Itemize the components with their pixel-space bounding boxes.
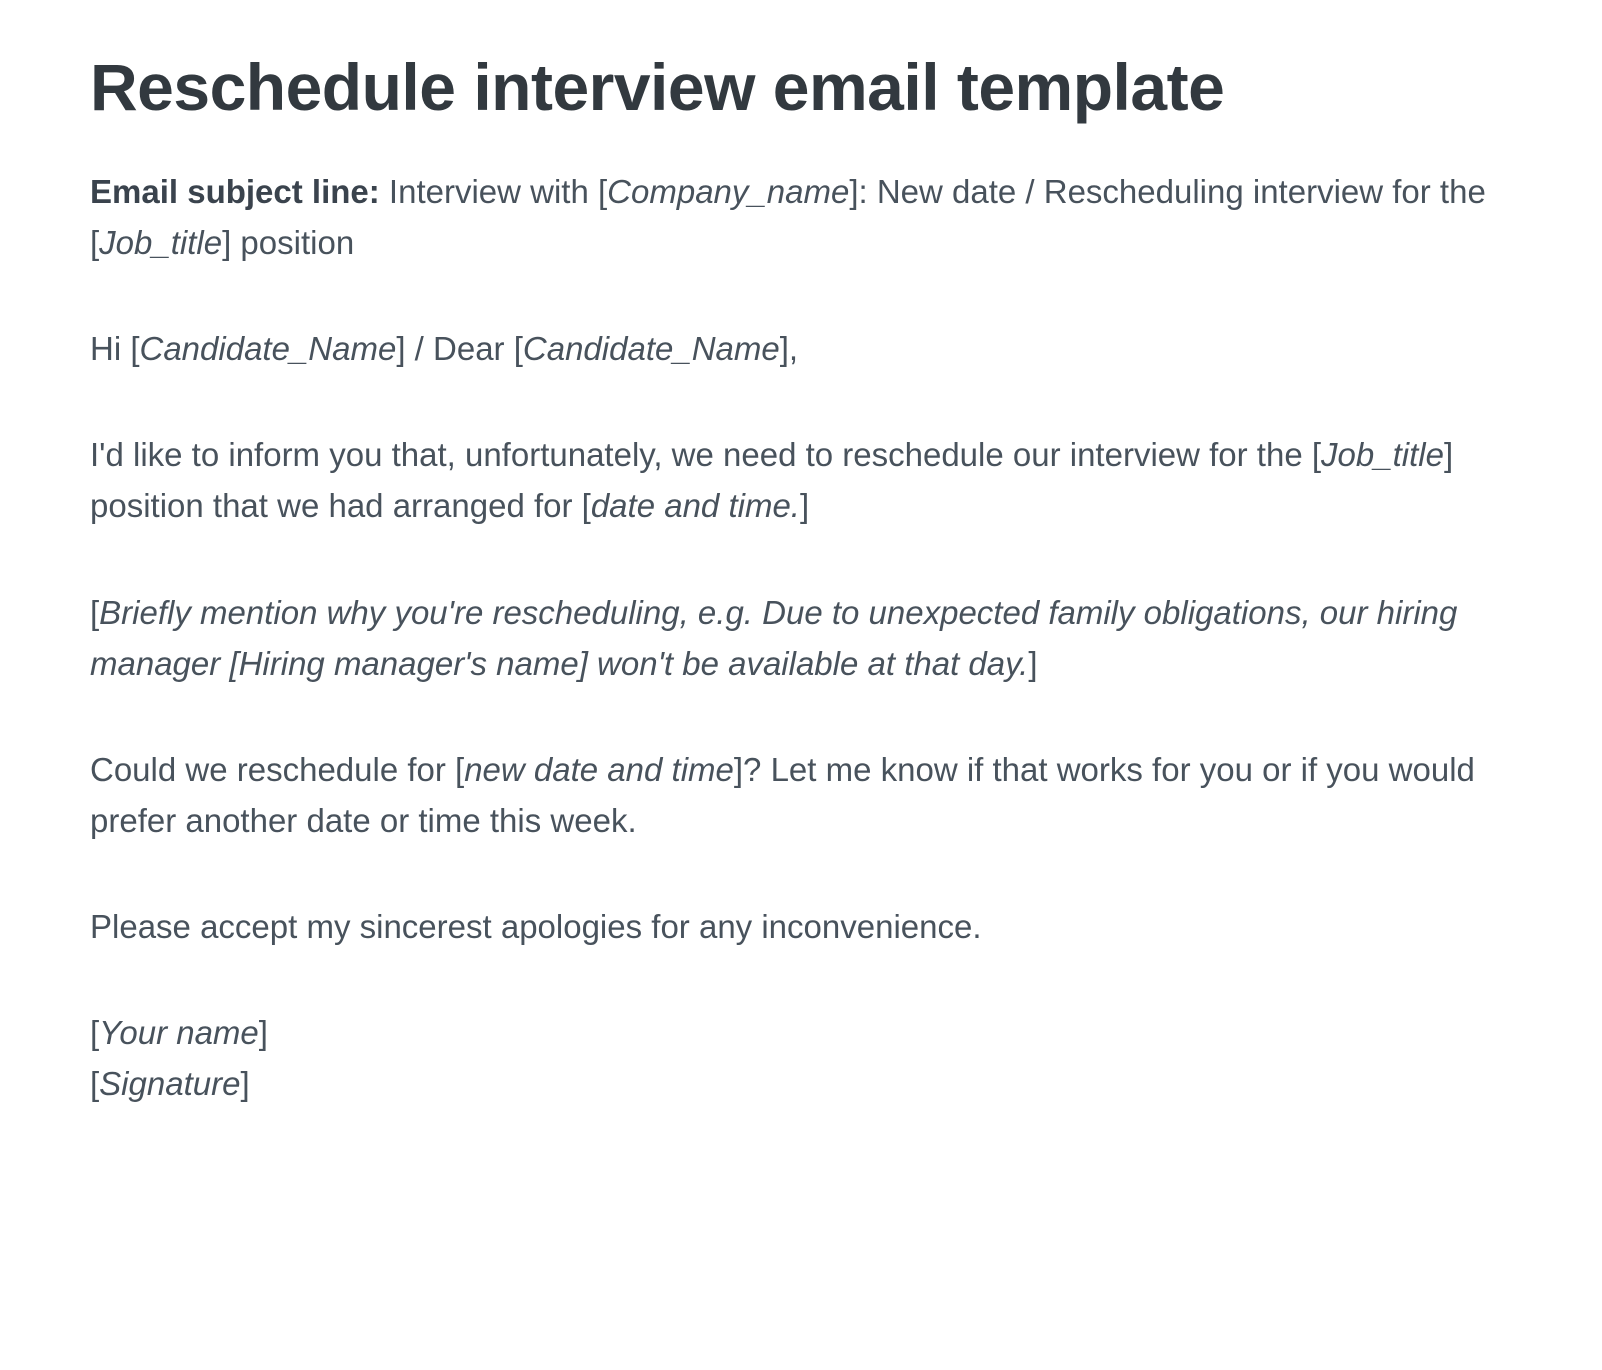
text: [ <box>90 594 99 631</box>
placeholder-candidate-name: Candidate_Name <box>523 330 780 367</box>
text: [ <box>90 1014 99 1051</box>
text: ] <box>1028 645 1037 682</box>
body-paragraph-2: [Briefly mention why you're rescheduling… <box>90 587 1512 689</box>
subject-line: Email subject line: Interview with [Comp… <box>90 166 1512 268</box>
text: [ <box>90 1065 99 1102</box>
placeholder-signature: Signature <box>99 1065 240 1102</box>
body-paragraph-1: I'd like to inform you that, unfortunate… <box>90 429 1512 531</box>
placeholder-date-time: date and time. <box>591 487 800 524</box>
text: Hi [ <box>90 330 140 367</box>
placeholder-job-title: Job_title <box>1321 436 1444 473</box>
placeholder-your-name: Your name <box>99 1014 259 1051</box>
page-title: Reschedule interview email template <box>90 50 1512 126</box>
body-paragraph-4: Please accept my sincerest apologies for… <box>90 901 1512 952</box>
placeholder-job-title: Job_title <box>99 224 222 261</box>
text: ], <box>780 330 798 367</box>
placeholder-reason: Briefly mention why you're rescheduling,… <box>90 594 1457 682</box>
greeting: Hi [Candidate_Name] / Dear [Candidate_Na… <box>90 323 1512 374</box>
text: Could we reschedule for [ <box>90 751 464 788</box>
subject-label: Email subject line: <box>90 173 380 210</box>
placeholder-company-name: Company_name <box>607 173 849 210</box>
text: ] <box>240 1065 249 1102</box>
placeholder-candidate-name: Candidate_Name <box>140 330 397 367</box>
placeholder-new-date-time: new date and time <box>464 751 734 788</box>
text: ] <box>800 487 809 524</box>
text: ] position <box>222 224 354 261</box>
body-paragraph-3: Could we reschedule for [new date and ti… <box>90 744 1512 846</box>
text: ] / Dear [ <box>396 330 523 367</box>
signoff: [Your name] [Signature] <box>90 1007 1512 1109</box>
text: I'd like to inform you that, unfortunate… <box>90 436 1321 473</box>
text: ] <box>259 1014 268 1051</box>
text: Interview with [ <box>380 173 607 210</box>
